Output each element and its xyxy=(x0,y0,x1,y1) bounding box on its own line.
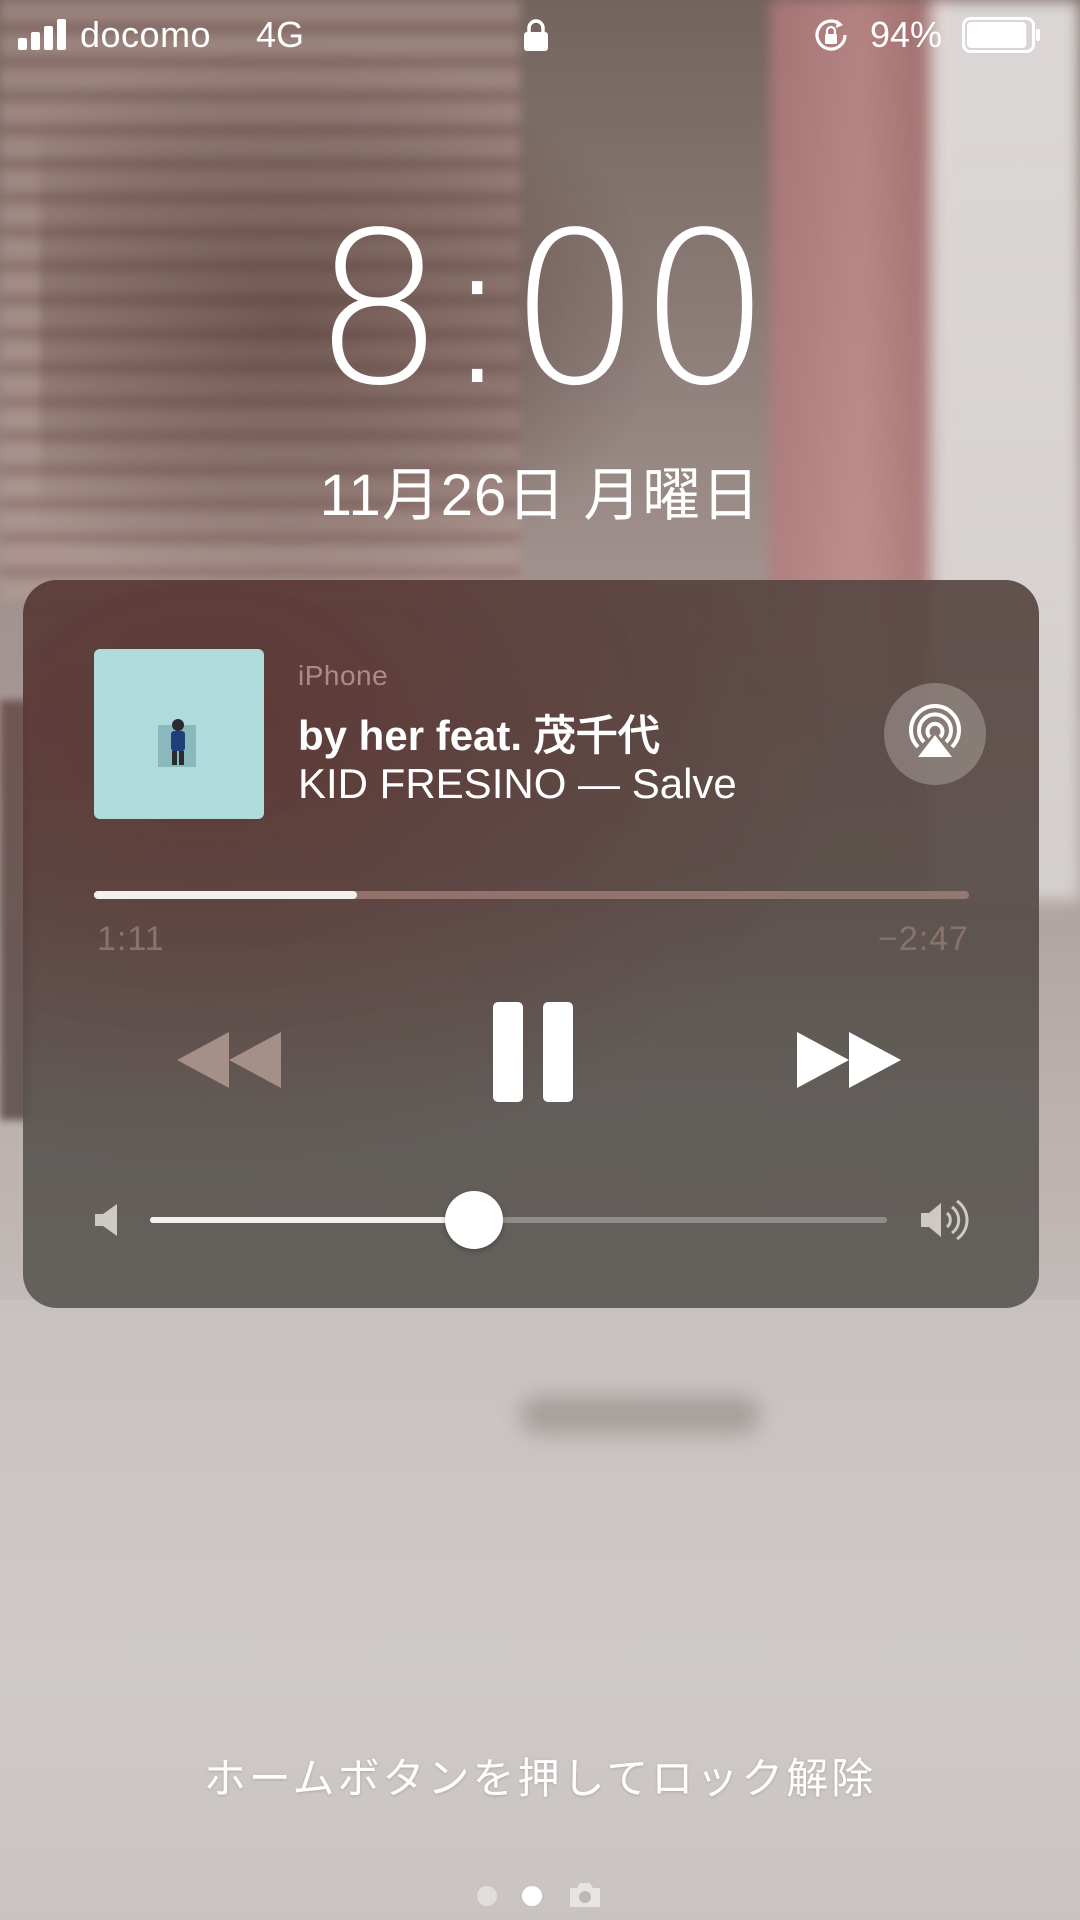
camera-icon xyxy=(570,1883,600,1907)
battery-icon xyxy=(962,17,1040,53)
battery-percentage: 94% xyxy=(870,14,943,55)
status-bar: docomo 4G 94% xyxy=(0,0,1080,70)
volume-slider-thumb[interactable] xyxy=(445,1191,504,1249)
album-artwork[interactable] xyxy=(94,649,264,819)
page-dot-2 xyxy=(522,1886,542,1906)
wallpaper-ground xyxy=(0,1300,1080,1920)
signal-icon xyxy=(18,18,72,50)
unlock-hint: ホームボタンを押してロック解除 xyxy=(203,1755,877,1802)
fast-forward-button[interactable] xyxy=(793,1028,905,1092)
wallpaper-patch xyxy=(520,1395,760,1435)
airplay-button[interactable] xyxy=(884,683,986,785)
pause-button[interactable] xyxy=(491,1000,575,1104)
playback-source: iPhone xyxy=(298,660,389,691)
page-indicator[interactable] xyxy=(465,1876,615,1912)
playback-progress-fill xyxy=(94,891,357,899)
rewind-icon xyxy=(177,1032,281,1088)
lock-screen-date: 11月26日 月曜日 xyxy=(319,463,761,528)
network-type: 4G xyxy=(256,14,305,55)
elapsed-time: 1:11 xyxy=(97,920,165,958)
pause-icon xyxy=(493,1002,573,1102)
lock-screen-time: 8:00 xyxy=(312,187,772,432)
remaining-time: −2:47 xyxy=(877,920,969,958)
fast-forward-icon xyxy=(797,1032,901,1088)
track-title: by her feat. 茂千代 xyxy=(298,712,660,759)
page-dot-1 xyxy=(477,1886,497,1906)
playback-progress-bar[interactable] xyxy=(94,891,969,899)
rewind-button[interactable] xyxy=(173,1028,285,1092)
speaker-low-icon xyxy=(95,1204,117,1236)
artwork-figure xyxy=(158,719,196,767)
rotation-lock-icon xyxy=(815,19,847,51)
volume-fill xyxy=(150,1217,475,1223)
carrier-name: docomo xyxy=(80,14,212,55)
track-artist-album: KID FRESINO — Salve xyxy=(298,760,737,807)
now-playing-widget: iPhone by her feat. 茂千代 KID FRESINO — Sa… xyxy=(23,580,1039,1308)
speaker-high-icon xyxy=(921,1199,969,1241)
lock-icon xyxy=(524,19,548,51)
volume-slider[interactable] xyxy=(150,1217,887,1223)
airplay-icon xyxy=(909,704,961,757)
